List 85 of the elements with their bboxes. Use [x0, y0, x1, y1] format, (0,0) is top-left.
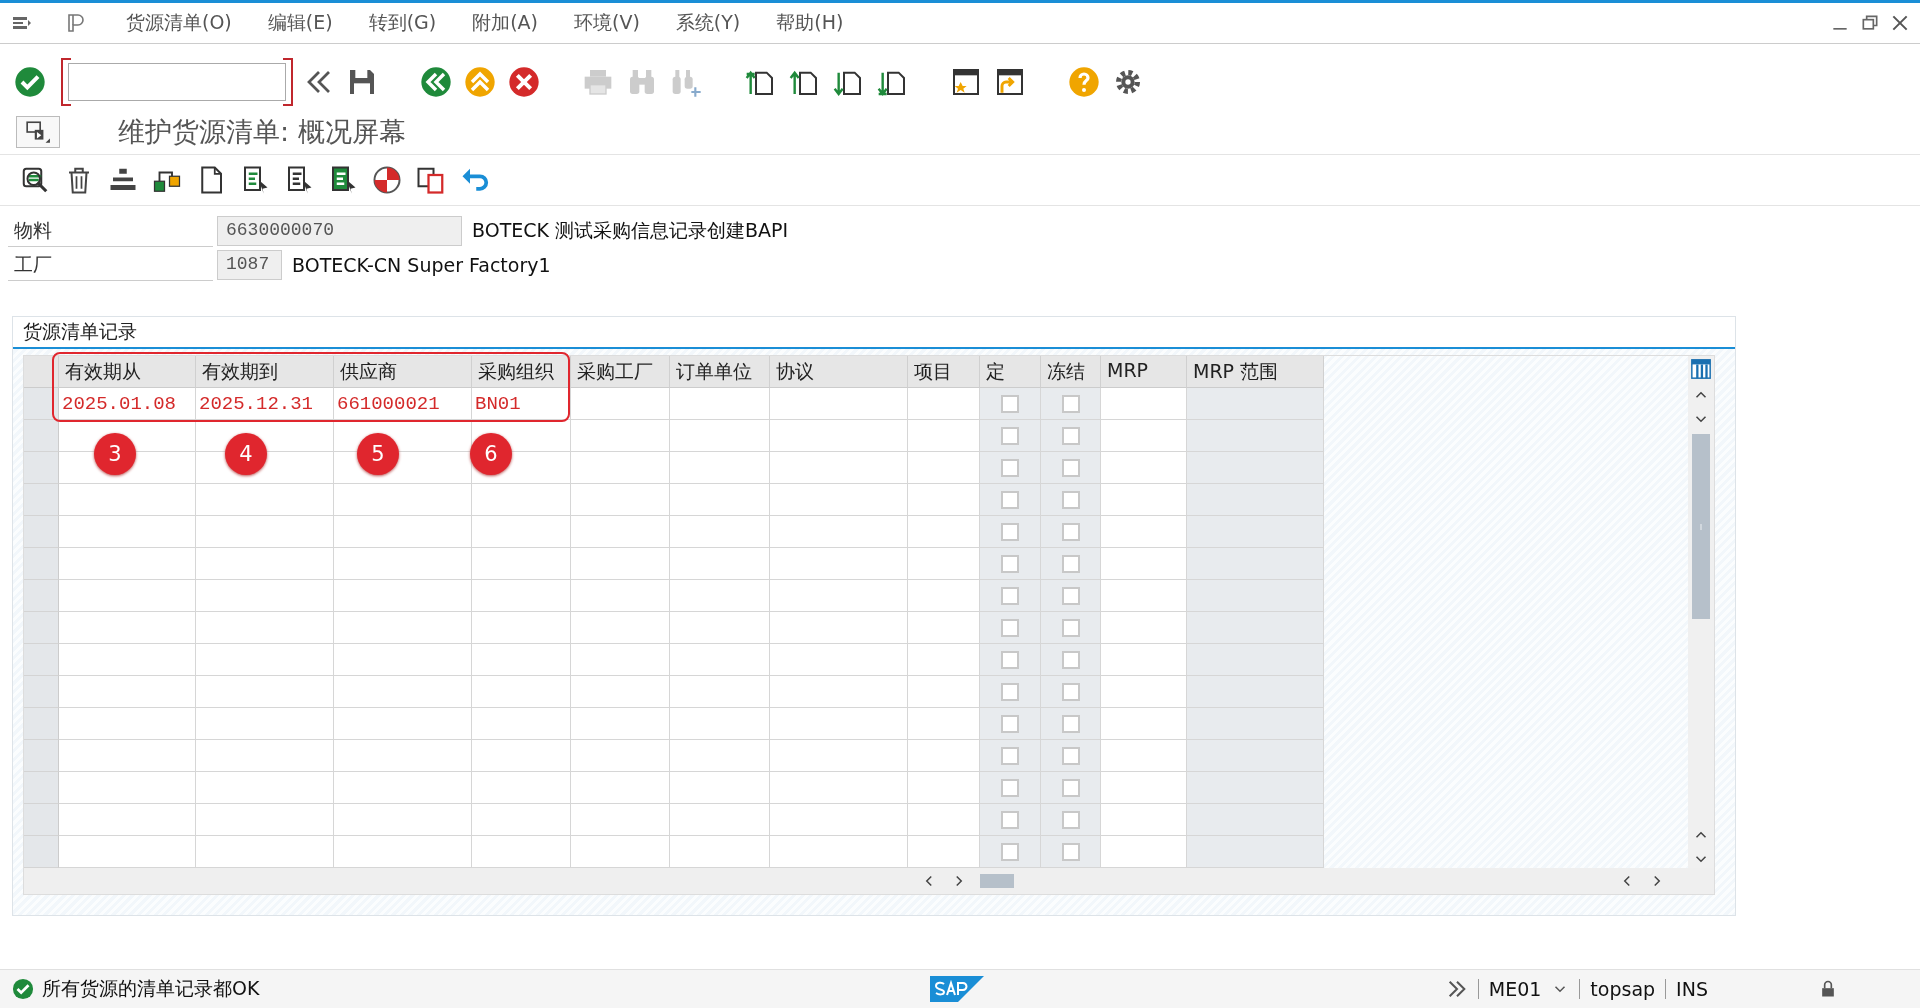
checkbox[interactable]: [1061, 490, 1080, 509]
menu-item[interactable]: 编辑(E): [249, 10, 351, 36]
display-field[interactable]: 6630000070: [217, 216, 462, 246]
menu-item[interactable]: 转到(G): [350, 10, 455, 36]
column-header[interactable]: 定: [980, 356, 1041, 388]
column-header[interactable]: 订单单位: [670, 356, 770, 388]
checkbox[interactable]: [1001, 746, 1019, 765]
column-header[interactable]: 有效期到: [196, 356, 334, 388]
column-settings-icon[interactable]: [1690, 358, 1712, 380]
zoom-detail-icon[interactable]: [20, 165, 50, 195]
checkbox[interactable]: [1061, 426, 1080, 445]
checkbox[interactable]: [1061, 394, 1080, 413]
table-cell: 2025.12.31: [196, 388, 334, 420]
menu-item[interactable]: 帮助(H): [758, 10, 862, 36]
checkbox[interactable]: [1001, 714, 1019, 733]
checkbox[interactable]: [1001, 426, 1019, 445]
checkbox[interactable]: [1001, 650, 1019, 669]
column-header[interactable]: 供应商: [334, 356, 472, 388]
help-icon[interactable]: [1068, 66, 1100, 98]
restore-icon[interactable]: [1860, 13, 1880, 33]
field-description: BOTECK-CN Super Factory1: [292, 254, 551, 276]
column-header[interactable]: 采购组织: [472, 356, 571, 388]
checkbox[interactable]: [1001, 778, 1019, 797]
column-header[interactable]: 采购工厂: [571, 356, 670, 388]
row-selector[interactable]: [24, 388, 59, 420]
table-cell: 2025.01.08: [59, 388, 196, 420]
checkbox[interactable]: [1061, 842, 1080, 861]
scrollbar-thumb[interactable]: [980, 874, 1014, 888]
column-header[interactable]: 协议: [770, 356, 908, 388]
pie-chart-icon[interactable]: [372, 165, 402, 195]
screen-title: 维护货源清单: 概况屏幕: [118, 115, 406, 149]
checkbox[interactable]: [1061, 746, 1080, 765]
copy-icon[interactable]: [416, 165, 446, 195]
checkbox[interactable]: [1001, 586, 1019, 605]
checkbox[interactable]: [1061, 682, 1080, 701]
checkbox[interactable]: [1001, 458, 1019, 477]
enter-icon[interactable]: [14, 66, 46, 98]
display-variant-button[interactable]: [16, 116, 60, 148]
checkbox[interactable]: [1001, 842, 1019, 861]
menu-item[interactable]: 附加(A): [454, 10, 556, 36]
column-header[interactable]: 冻结: [1041, 356, 1101, 388]
checkbox[interactable]: [1061, 522, 1080, 541]
status-message: 所有货源的清单记录都OK: [42, 976, 260, 1001]
checkbox[interactable]: [1001, 554, 1019, 573]
checkbox[interactable]: [1061, 618, 1080, 637]
checkbox[interactable]: [1061, 650, 1080, 669]
checkbox[interactable]: [1001, 618, 1019, 637]
checkbox[interactable]: [1061, 586, 1080, 605]
checkbox[interactable]: [1001, 810, 1019, 829]
column-header[interactable]: 有效期从: [59, 356, 196, 388]
checkbox[interactable]: [1061, 458, 1080, 477]
success-icon: [12, 978, 34, 1000]
display-field[interactable]: 1087: [217, 250, 282, 280]
back-icon[interactable]: [420, 66, 452, 98]
menu-item[interactable]: 货源清单(O): [108, 10, 250, 36]
menu-item[interactable]: 系统(Y): [657, 10, 759, 36]
column-header[interactable]: MRP: [1101, 356, 1187, 388]
field-description: BOTECK 测试采购信息记录创建BAPI: [472, 218, 789, 243]
cancel-icon[interactable]: [508, 66, 540, 98]
checkbox[interactable]: [1001, 682, 1019, 701]
user-name: topsap: [1590, 978, 1656, 1000]
exit-icon[interactable]: [464, 66, 496, 98]
new-window-icon[interactable]: [950, 66, 982, 98]
menu-item[interactable]: 环境(V): [556, 10, 658, 36]
column-header[interactable]: 项目: [908, 356, 980, 388]
checkbox[interactable]: [1001, 394, 1019, 413]
table-cell: BN01: [472, 388, 571, 420]
dropdown-list-icon[interactable]: [24, 119, 52, 145]
field-label: 物料: [8, 215, 213, 247]
checkbox[interactable]: [1061, 810, 1080, 829]
field-label: 工厂: [8, 249, 213, 281]
section-title: 货源清单记录: [13, 317, 1735, 349]
logo-icon: [930, 976, 984, 1002]
column-header[interactable]: MRP 范围: [1187, 356, 1324, 388]
checkbox[interactable]: [1061, 778, 1080, 797]
close-icon[interactable]: [1890, 13, 1910, 33]
table-cell: 661000021: [334, 388, 472, 420]
scrollbar-thumb[interactable]: [1692, 434, 1710, 619]
checkbox[interactable]: [1001, 490, 1019, 509]
transaction-code: ME01: [1488, 978, 1542, 1000]
input-mode: INS: [1676, 978, 1708, 1000]
shortcut-icon[interactable]: [994, 66, 1026, 98]
checkbox[interactable]: [1061, 554, 1080, 573]
checkbox[interactable]: [1061, 714, 1080, 733]
checkbox[interactable]: [1001, 522, 1019, 541]
